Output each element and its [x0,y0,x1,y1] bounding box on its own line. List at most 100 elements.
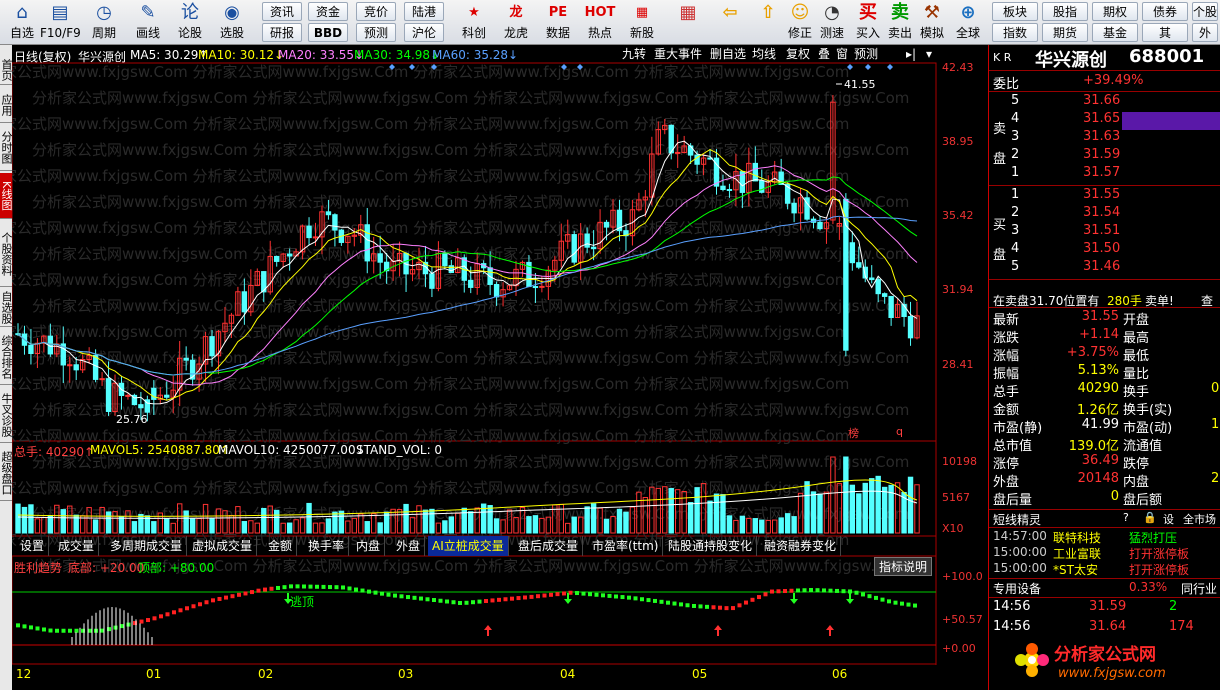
short-line-tool-icon[interactable]: 全市场 [1183,511,1216,527]
market-button[interactable]: 债券 [1142,2,1188,21]
app-button[interactable]: HOT 热点 [580,1,620,43]
short-line-stock[interactable]: 工业富联 [1053,545,1101,562]
toolbar-0-button[interactable]: ⌂ 自选 [2,1,42,43]
toolbar-small-button[interactable]: 沪伦 [404,23,444,42]
toolbar-5-button[interactable]: ◉ 选股 [212,1,252,43]
buy-price[interactable]: 31.46 [1083,259,1120,274]
short-line-stock[interactable]: *ST太安 [1053,561,1098,578]
bang-marker[interactable]: 榜 [848,425,859,441]
kline-chart-area[interactable]: 分析家公式网www.fxjgsw.Com 分析家公式网www.fxjgsw.Co… [12,45,988,690]
toolbar-small-button[interactable]: 资金 [308,2,348,21]
toolbar-2-button[interactable]: ◷ 周期 [84,1,124,43]
tool-button[interactable]: ☺ 修正 [784,1,816,43]
chart-tool-button[interactable]: 九转 [622,46,646,63]
indicator-tab[interactable]: 内盘 [352,536,386,556]
sell-price[interactable]: 31.59 [1083,147,1120,162]
indicator-tab[interactable]: 盘后成交量 [514,536,584,556]
left-tab[interactable]: 牛叉诊股 [0,387,12,443]
indicator-tab[interactable]: 金额 [264,536,298,556]
market-button[interactable]: 期货 [1042,23,1088,42]
buy-price[interactable]: 31.51 [1083,223,1120,238]
toolbar-small-button[interactable]: BBD [308,23,348,42]
app-button[interactable]: ▦ 新股 [622,1,662,43]
short-line-tool-icon[interactable]: ? [1123,511,1129,524]
chart-tool-button[interactable]: 复权 [786,46,810,63]
left-tab[interactable]: 自选股 [0,289,12,327]
q-marker[interactable]: q [896,425,903,438]
buy-price[interactable]: 31.55 [1083,187,1120,202]
volume-bar [668,487,674,534]
tool-button[interactable]: 买买入 [852,1,884,43]
left-tab[interactable]: 综合排名 [0,329,12,385]
indicator-help-button[interactable]: 指标说明 [874,557,933,576]
tool-button[interactable]: 卖卖出 [884,1,916,43]
chart-tool-button[interactable]: 叠 [818,46,830,63]
buy-price[interactable]: 31.54 [1083,205,1120,220]
toolbar-small-button[interactable]: 预测 [356,23,396,42]
sell-price[interactable]: 31.66 [1083,93,1120,108]
left-tab[interactable]: K线图 [0,173,12,219]
event-marker[interactable] [865,64,871,70]
left-tab[interactable]: 应用 [0,87,12,123]
indicator-tab[interactable]: 市盈率(ttm) [588,536,664,556]
toolbar-small-button[interactable]: 资讯 [262,2,302,21]
buy-price[interactable]: 31.50 [1083,241,1120,256]
app-button[interactable]: 龙龙虎 [496,1,536,43]
chart-stock-name: 华兴源创 [78,50,127,64]
chart-tool-button[interactable]: 删自选 [710,46,746,63]
market-button[interactable]: 其 [1142,23,1188,42]
chart-menu-icon[interactable]: ▾ [926,46,932,63]
toolbar-small-button[interactable]: 陆港 [404,2,444,21]
watermark-text: 分析家公式网www.fxjgsw.Com 分析家公式网www.fxjgsw.Co… [12,219,849,237]
sell-price[interactable]: 31.65 [1083,111,1120,126]
indicator-tab[interactable]: 设置 [16,536,50,556]
chart-tool-button[interactable]: 窗 [836,46,848,63]
market-button[interactable]: 板块 [992,2,1038,21]
market-button[interactable]: 外 [1192,23,1218,42]
event-marker[interactable] [887,64,893,70]
indicator-tab[interactable]: AI立桩成交量 [428,536,509,556]
toolbar-4-button[interactable]: 论论股 [170,1,210,43]
left-tab[interactable]: 个股资料 [0,221,12,287]
tool-button[interactable]: ⇧ [752,1,784,43]
tool-button[interactable]: ⇦ [714,1,746,43]
tool-button[interactable]: ▦ [672,1,704,43]
short-line-title[interactable]: 短线精灵 [993,511,1041,528]
app-button[interactable]: PE 数据 [538,1,578,43]
tool-button[interactable]: ⚒ 模拟 [916,1,948,43]
market-button[interactable]: 期权 [1092,2,1138,21]
toolbar-small-button[interactable]: 竞价 [356,2,396,21]
sell-price[interactable]: 31.63 [1083,129,1120,144]
indicator-tab[interactable]: 外盘 [392,536,426,556]
tool-button[interactable]: ◔ 测速 [816,1,848,43]
market-button[interactable]: 个股 [1192,2,1218,21]
market-button[interactable]: 基金 [1092,23,1138,42]
indicator-tab[interactable]: 成交量 [54,536,100,556]
sell-price[interactable]: 31.57 [1083,165,1120,180]
short-line-tool-icon[interactable]: 设 [1163,511,1174,527]
chart-tool-button[interactable]: 均线 [752,46,776,63]
market-button[interactable]: 股指 [1042,2,1088,21]
chart-tool-button[interactable]: 重大事件 [654,46,702,63]
short-line-tool-icon[interactable]: 🔒 [1143,511,1157,524]
market-button[interactable]: 指数 [992,23,1038,42]
indicator-tab[interactable]: 陆股通持股变化 [664,536,758,556]
left-tab[interactable]: 分时图 [0,125,12,171]
short-line-stock[interactable]: 联特科技 [1053,529,1101,546]
tool-button[interactable]: ⊕ 全球 [952,1,984,43]
left-tab[interactable]: 超级盘口 [0,445,12,501]
toolbar-small-button[interactable]: 研报 [262,23,302,42]
chart-tool-button[interactable]: 预测 [854,46,878,63]
peer-link[interactable]: 同行业 [1181,580,1217,597]
toolbar-1-button[interactable]: ▤ F10/F9 [40,1,81,43]
app-button[interactable]: ★ 科创 [454,1,494,43]
chart-canvas[interactable]: 分析家公式网www.fxjgsw.Com 分析家公式网www.fxjgsw.Co… [12,45,988,690]
indicator-tab[interactable]: 多周期成交量 [106,536,188,556]
indicator-tab[interactable]: 虚拟成交量 [188,536,258,556]
chart-expand-icon[interactable]: ▸| [906,46,916,63]
left-tab[interactable]: 首页 [0,55,12,85]
candle-body [377,253,383,263]
toolbar-3-button[interactable]: ✎ 画线 [128,1,168,43]
indicator-tab[interactable]: 换手率 [304,536,350,556]
indicator-tab[interactable]: 融资融券变化 [760,536,842,556]
